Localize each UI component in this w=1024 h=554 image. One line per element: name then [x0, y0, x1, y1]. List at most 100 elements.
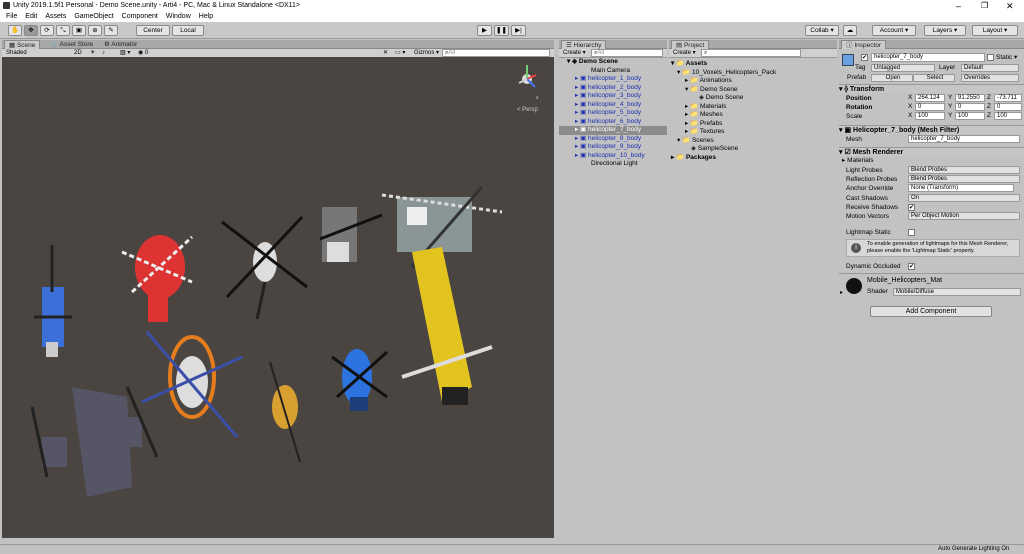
position-y-field[interactable]: 91.2550 [955, 94, 985, 102]
cloud-icon[interactable]: ☁ [843, 25, 857, 36]
dynamic-occluded-checkbox[interactable]: ✔ [908, 263, 915, 270]
project-folder[interactable]: ▾ 📁 Assets [669, 60, 837, 69]
rotation-x-field[interactable]: 0 [915, 103, 945, 111]
hierarchy-item[interactable]: ▸ ▣ helicopter_10_body [559, 152, 667, 161]
mesh-filter-header[interactable]: ▾ ▣ Helicopter_7_body (Mesh Filter) [839, 125, 1024, 134]
helicopter-white-model[interactable] [221, 215, 308, 320]
tab-animator[interactable]: ⚙ Animator [100, 40, 141, 49]
orientation-gizmo[interactable]: z [518, 65, 539, 101]
step-icon[interactable]: ▶| [511, 25, 526, 36]
add-component-button[interactable]: Add Component [870, 306, 992, 317]
helicopter-osprey-model[interactable] [30, 386, 159, 497]
menu-window[interactable]: Window [166, 13, 191, 20]
tag-dropdown[interactable]: Untagged [871, 64, 935, 72]
rotation-y-field[interactable]: 0 [955, 103, 985, 111]
lightmap-static-checkbox[interactable] [908, 229, 915, 236]
project-search-input[interactable]: ⌕ [701, 49, 801, 57]
project-folder[interactable]: ▾ 📁 10_Voxels_Helicopters_Pack [669, 69, 837, 78]
hierarchy-search-input[interactable]: ⌕All [591, 49, 663, 57]
menu-assets[interactable]: Assets [45, 13, 66, 20]
mesh-renderer-header[interactable]: ▾ ☑ Mesh Renderer [839, 147, 1024, 156]
scale-z-field[interactable]: 100 [994, 112, 1022, 120]
tab-project[interactable]: ▤ Project [671, 40, 710, 49]
helicopter-red-model[interactable] [121, 235, 194, 322]
cast-shadows-dropdown[interactable]: On [908, 194, 1020, 202]
reflection-probes-dropdown[interactable]: Blend Probes [908, 175, 1020, 183]
prefab-open-button[interactable]: Open [871, 74, 913, 82]
hierarchy-item[interactable]: Directional Light [559, 160, 667, 169]
project-file[interactable]: ◈ SampleScene [669, 145, 837, 154]
project-folder[interactable]: ▾ 📁 Scenes [669, 137, 837, 146]
active-checkbox[interactable]: ✔ [861, 54, 868, 61]
tab-scene[interactable]: ▦ Scene [4, 40, 41, 49]
scene-search-input[interactable]: ⌕All [442, 49, 550, 57]
helicopter-grey-model[interactable] [319, 207, 383, 262]
project-create-button[interactable]: Create ▾ [673, 49, 696, 58]
rect-tool-icon[interactable]: ▣ [72, 25, 86, 36]
project-file[interactable]: ◈ Demo Scene [669, 94, 837, 103]
scale-x-field[interactable]: 100 [915, 112, 945, 120]
hierarchy-item[interactable]: ▸ ▣ helicopter_1_body [559, 75, 667, 84]
position-z-field[interactable]: -73.711 [994, 94, 1022, 102]
move-tool-icon[interactable]: ✥ [24, 25, 38, 36]
hierarchy-item[interactable]: ▸ ▣ helicopter_3_body [559, 92, 667, 101]
hierarchy-item[interactable]: ▸ ▣ helicopter_8_body [559, 135, 667, 144]
project-folder[interactable]: ▸ 📁 Textures [669, 128, 837, 137]
static-dropdown[interactable]: Static ▾ [996, 53, 1017, 61]
rotation-z-field[interactable]: 0 [994, 103, 1022, 111]
scene-viewport[interactable]: z < Persp [2, 57, 554, 538]
mesh-field[interactable]: helicopter_7_body [908, 135, 1020, 143]
project-folder[interactable]: ▸ 📁 Prefabs [669, 120, 837, 129]
pause-icon[interactable]: ❚❚ [494, 25, 509, 36]
hierarchy-scene-root[interactable]: ▾ ◈ Demo Scene [559, 58, 667, 67]
light-probes-dropdown[interactable]: Blend Probes [908, 166, 1020, 174]
anchor-override-field[interactable]: None (Transform) [908, 184, 1014, 192]
close-icon[interactable]: ✕ [1006, 0, 1014, 12]
layer-dropdown[interactable]: Default [961, 64, 1019, 72]
play-icon[interactable]: ▶ [477, 25, 492, 36]
pivot-center-button[interactable]: Center [136, 25, 170, 36]
prefab-select-button[interactable]: Select [913, 74, 955, 82]
tab-asset-store[interactable]: 🛒 Asset Store [46, 40, 97, 49]
hand-tool-icon[interactable]: ✋ [8, 25, 22, 36]
hierarchy-item-selected[interactable]: ▸ ▣ helicopter_7_body [559, 126, 667, 135]
helicopter-yellow-model[interactable] [401, 247, 493, 405]
layers-button[interactable]: Layers ▾ [924, 25, 966, 36]
minimize-icon[interactable]: – [956, 0, 961, 12]
helicopter-orange-model[interactable] [141, 331, 243, 438]
hierarchy-create-button[interactable]: Create ▾ [563, 49, 586, 58]
tab-inspector[interactable]: ⓘ Inspector [841, 40, 887, 49]
account-button[interactable]: Account ▾ [872, 25, 916, 36]
shader-dropdown[interactable]: Mobile/Diffuse [893, 288, 1021, 296]
project-folder[interactable]: ▸ 📁 Meshes [669, 111, 837, 120]
helicopter-blue-model[interactable] [34, 245, 72, 357]
receive-shadows-checkbox[interactable]: ✔ [908, 204, 915, 211]
menu-component[interactable]: Component [122, 13, 158, 20]
static-checkbox[interactable] [987, 54, 994, 61]
project-folder[interactable]: ▸ 📁 Animations [669, 77, 837, 86]
hierarchy-item[interactable]: ▸ ▣ helicopter_9_body [559, 143, 667, 152]
hierarchy-item[interactable]: ▸ ▣ helicopter_6_body [559, 118, 667, 127]
menu-file[interactable]: File [6, 13, 17, 20]
motion-vectors-dropdown[interactable]: Per Object Motion [908, 212, 1020, 220]
position-x-field[interactable]: 264.124 [915, 94, 945, 102]
helicopter-blue-small-model[interactable] [331, 349, 389, 411]
project-folder[interactable]: ▾ 📁 Demo Scene [669, 86, 837, 95]
menu-edit[interactable]: Edit [25, 13, 37, 20]
rotate-tool-icon[interactable]: ⟳ [40, 25, 54, 36]
materials-label[interactable]: ▸ Materials [842, 156, 873, 165]
menu-gameobject[interactable]: GameObject [74, 13, 113, 20]
hierarchy-item[interactable]: ▸ ▣ helicopter_2_body [559, 84, 667, 93]
collab-button[interactable]: Collab ▾ [805, 25, 839, 36]
helicopter-small-model[interactable] [269, 361, 301, 463]
layout-button[interactable]: Layout ▾ [972, 25, 1018, 36]
custom-tool-icon[interactable]: ✎ [104, 25, 118, 36]
hierarchy-item[interactable]: Main Camera [559, 67, 667, 76]
menu-help[interactable]: Help [199, 13, 213, 20]
material-expand-icon[interactable]: ▸ [840, 289, 843, 296]
transform-tool-icon[interactable]: ⊕ [88, 25, 102, 36]
prefab-overrides-dropdown[interactable]: Overrides [961, 74, 1019, 82]
hierarchy-item[interactable]: ▸ ▣ helicopter_5_body [559, 109, 667, 118]
tab-hierarchy[interactable]: ☰ Hierarchy [561, 40, 607, 49]
project-folder[interactable]: ▸ 📁 Materials [669, 103, 837, 112]
